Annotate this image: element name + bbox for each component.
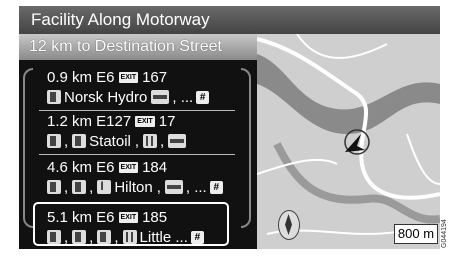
- gas-pump-icon: [47, 134, 61, 148]
- list-scroll-arc-right: [241, 68, 251, 228]
- divider: [39, 154, 235, 155]
- exit-icon: EXIT: [118, 161, 139, 173]
- fuel-station-icon: [72, 180, 87, 194]
- exit-number: 185: [142, 208, 168, 226]
- exit-icon: EXIT: [118, 211, 139, 223]
- restaurant-icon: [143, 134, 158, 148]
- parking-icon: [168, 134, 187, 148]
- more-icon[interactable]: #: [196, 90, 210, 104]
- exit-number: 17: [158, 112, 176, 130]
- screen: Facility Along Motorway 12 km to Destina…: [0, 0, 454, 258]
- restaurant-icon: [122, 230, 137, 244]
- more-icon[interactable]: #: [190, 230, 204, 244]
- gas-pump-icon: [72, 230, 87, 244]
- image-id-label: G044194: [441, 219, 448, 248]
- navigation-display: Facility Along Motorway 12 km to Destina…: [19, 6, 440, 249]
- facility-name: Hilton: [114, 178, 153, 196]
- distance-label: 5.1 km E6: [47, 208, 115, 226]
- fuel-station-icon: [97, 230, 112, 244]
- hotel-icon: [97, 179, 112, 194]
- facility-name: Statoil: [89, 132, 131, 150]
- facility-list: 0.9 km E6 EXIT 167 Norsk Hydro , ... # 1…: [19, 60, 257, 249]
- list-scroll-arc-left: [23, 68, 33, 228]
- distance-label: 1.2 km E127: [47, 112, 132, 130]
- fuel-station-icon: [72, 134, 87, 148]
- parking-icon: [164, 180, 183, 194]
- compass-icon[interactable]: [278, 210, 300, 240]
- gas-station-icon: [47, 230, 61, 244]
- more-icon[interactable]: #: [209, 180, 223, 194]
- page-title: Facility Along Motorway: [19, 6, 440, 34]
- parking-icon: [151, 90, 170, 104]
- gas-pump-icon: [47, 180, 61, 194]
- facility-suffix: , ...: [185, 178, 207, 196]
- distance-label: 0.9 km E6: [47, 68, 115, 86]
- destination-distance: 12 km to Destination Street: [19, 34, 257, 60]
- exit-number: 167: [142, 68, 168, 86]
- exit-number: 184: [142, 158, 168, 176]
- map-scale: 800 m: [394, 224, 438, 244]
- distance-label: 4.6 km E6: [47, 158, 115, 176]
- exit-icon: EXIT: [135, 115, 155, 127]
- fuel-station-icon: [47, 90, 61, 104]
- facility-suffix: , ...: [172, 88, 194, 106]
- facility-name: Norsk Hydro: [64, 88, 148, 106]
- facility-name: Little ...: [139, 228, 188, 246]
- exit-icon: EXIT: [118, 71, 139, 83]
